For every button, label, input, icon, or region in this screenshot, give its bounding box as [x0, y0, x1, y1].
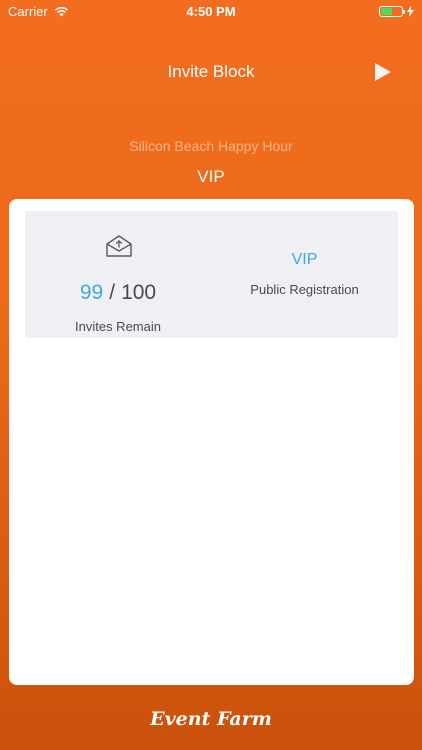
nav-bar: Invite Block [0, 56, 422, 88]
play-icon [375, 63, 391, 81]
invites-remaining-count: 99 [79, 281, 104, 304]
status-left: Carrier [8, 4, 69, 19]
page-title: Invite Block [167, 62, 255, 81]
event-farm-logo: Event Farm [150, 708, 272, 730]
count-separator: / [109, 281, 116, 304]
event-name: Silicon Beach Happy Hour [129, 138, 293, 154]
status-right [379, 5, 414, 17]
invite-info-panel: 99/100 Invites Remain VIP Public Registr… [25, 211, 398, 338]
ticket-type-label: Public Registration [250, 282, 359, 297]
ticket-type-name: VIP [291, 251, 318, 268]
charging-bolt-icon [407, 5, 414, 17]
invite-block-card: 99/100 Invites Remain VIP Public Registr… [9, 199, 414, 685]
battery-icon [379, 5, 405, 17]
envelope-open-icon [106, 235, 132, 257]
ticket-type-summary: VIP Public Registration [211, 211, 398, 338]
carrier-label: Carrier [8, 3, 48, 19]
invites-total-count: 100 [121, 281, 157, 304]
invites-remain-label: Invites Remain [75, 319, 161, 334]
invite-count: 99/100 [25, 281, 211, 305]
battery-fill [381, 7, 392, 15]
status-bar: Carrier [0, 0, 422, 22]
wifi-icon [54, 6, 68, 16]
play-button[interactable] [374, 62, 392, 82]
invites-summary: 99/100 Invites Remain [25, 211, 211, 338]
block-name: VIP [197, 167, 225, 186]
